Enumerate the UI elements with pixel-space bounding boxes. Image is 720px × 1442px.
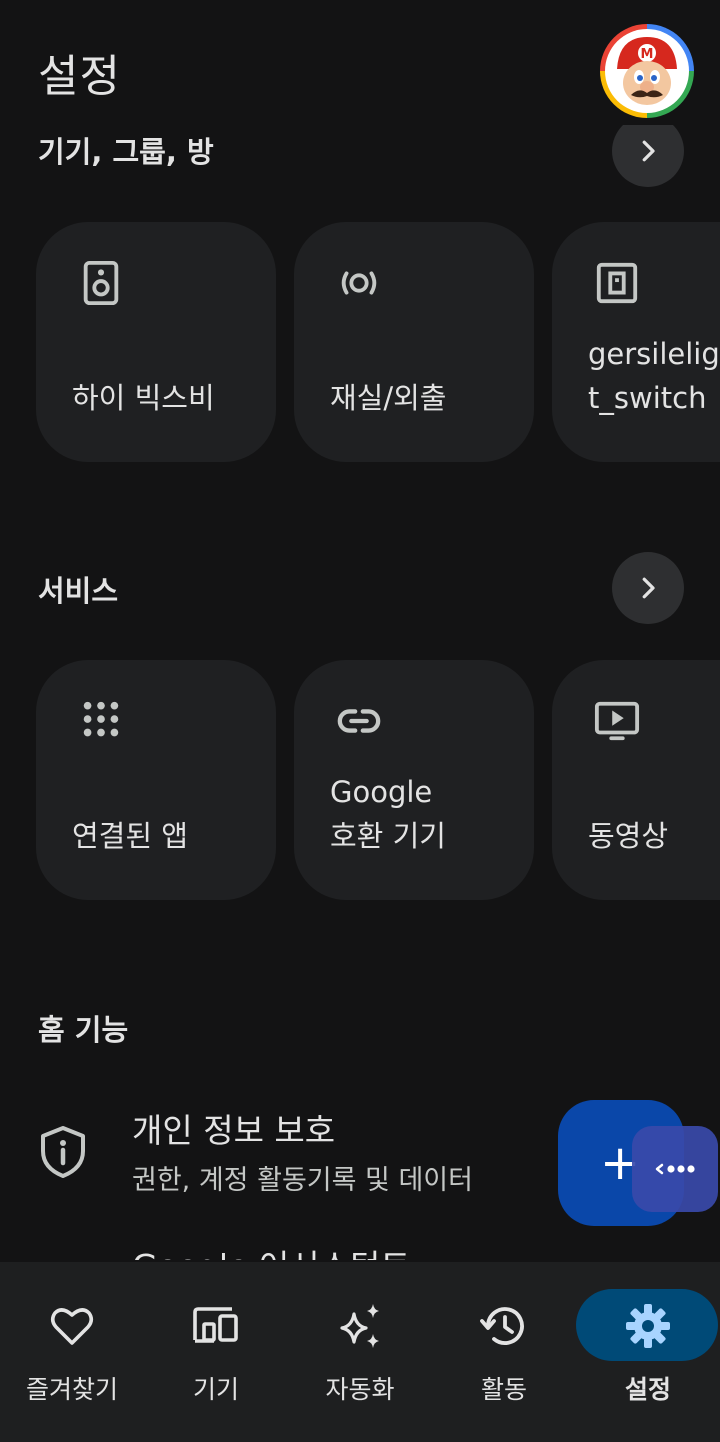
section-title-devices: 기기, 그룹, 방 [38,135,214,169]
list-item-title[interactable]: Google 어시스턴트 [132,1240,411,1260]
switch-icon [596,262,638,304]
nav-tab-activity[interactable]: 활동 [432,1262,576,1442]
bottom-navigation: 즐겨찾기 기기 자동화 활동 설정 [0,1262,720,1442]
history-icon [480,1307,524,1345]
nav-label: 자동화 [325,1375,395,1404]
service-card-video[interactable]: 동영상 [552,660,720,900]
device-card-switch[interactable]: gersilelig t_switch [552,222,720,462]
svg-text:M: M [641,47,654,62]
speaker-icon [83,260,119,306]
nav-label: 활동 [480,1375,527,1404]
section-title-services: 서비스 [38,574,119,608]
chevron-right-icon [642,140,655,162]
heart-icon [50,1308,94,1345]
shield-info-icon [41,1126,85,1178]
page-title: 설정 [38,51,121,102]
video-icon [594,701,640,741]
nav-tab-automation[interactable]: 자동화 [288,1262,432,1442]
list-item-subtitle: 권한, 계정 활동기록 및 데이터 [132,1165,473,1196]
more-options-button[interactable] [632,1126,718,1212]
devices-icon [193,1307,238,1343]
section-title-home-features: 홈 기능 [38,1013,129,1047]
nav-label: 기기 [192,1375,239,1404]
sparkle-icon [340,1304,379,1348]
device-card-label: 재실/외출 [330,381,447,415]
device-card-label: gersilelig t_switch [588,337,720,415]
more-horizontal-icon [655,1163,695,1175]
chevron-right-icon [642,577,655,599]
link-icon [337,709,381,733]
services-more-button[interactable] [612,552,684,624]
service-card-label: Google 호환 기기 [330,775,446,853]
presence-sensor-icon [341,271,377,295]
list-item-title: 개인 정보 보호 [132,1111,336,1150]
gear-icon [626,1304,670,1348]
device-card-hi-bixby[interactable]: 하이 빅스비 [36,222,276,462]
nav-label: 즐겨찾기 [25,1375,118,1404]
service-card-google-compatible[interactable]: Google 호환 기기 [294,660,534,900]
devices-more-button[interactable] [612,125,684,187]
nav-label: 설정 [624,1375,671,1404]
nav-tab-favorites[interactable]: 즐겨찾기 [0,1262,144,1442]
nav-tab-devices[interactable]: 기기 [144,1262,288,1442]
service-card-connected-apps[interactable]: 연결된 앱 [36,660,276,900]
service-card-label: 연결된 앱 [72,819,188,853]
nav-tab-settings[interactable]: 설정 [576,1262,720,1442]
service-card-label: 동영상 [588,819,669,853]
avatar-image: M [605,29,689,113]
device-card-label: 하이 빅스비 [72,381,215,415]
device-card-presence[interactable]: 재실/외출 [294,222,534,462]
avatar[interactable]: M [600,24,694,118]
apps-grid-icon [83,701,119,737]
